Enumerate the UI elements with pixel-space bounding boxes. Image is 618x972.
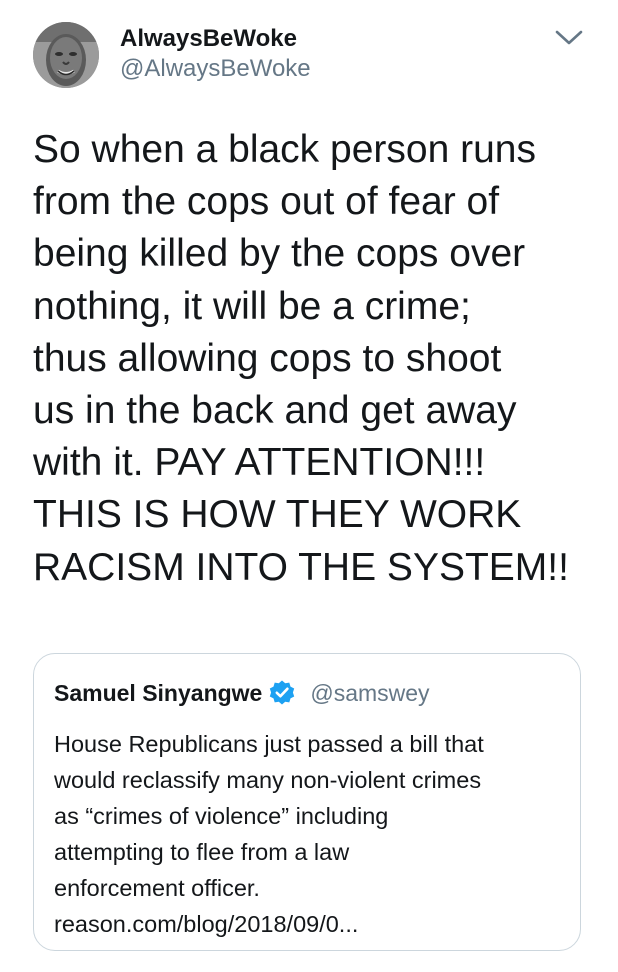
quoted-display-name: Samuel Sinyangwe <box>54 680 263 706</box>
tweet-text: So when a black person runs from the cop… <box>33 128 569 589</box>
avatar[interactable] <box>33 22 99 88</box>
tweet-menu-button[interactable] <box>551 26 587 50</box>
quoted-tweet-card[interactable]: Samuel Sinyangwe @samswey House Republic… <box>33 653 581 951</box>
quoted-tweet-header: Samuel Sinyangwe @samswey <box>54 678 430 708</box>
tweet: AlwaysBeWoke @AlwaysBeWoke So when a bla… <box>0 0 618 972</box>
profile-photo <box>33 22 99 88</box>
author[interactable]: AlwaysBeWoke @AlwaysBeWoke <box>120 24 311 84</box>
quoted-tweet-text: House Republicans just passed a bill tha… <box>54 731 484 937</box>
chevron-down-icon <box>555 30 583 45</box>
author-display-name[interactable]: AlwaysBeWoke <box>120 24 311 54</box>
author-handle[interactable]: @AlwaysBeWoke <box>120 54 311 84</box>
quoted-handle: @samswey <box>310 680 430 706</box>
verified-badge-icon <box>268 679 296 707</box>
